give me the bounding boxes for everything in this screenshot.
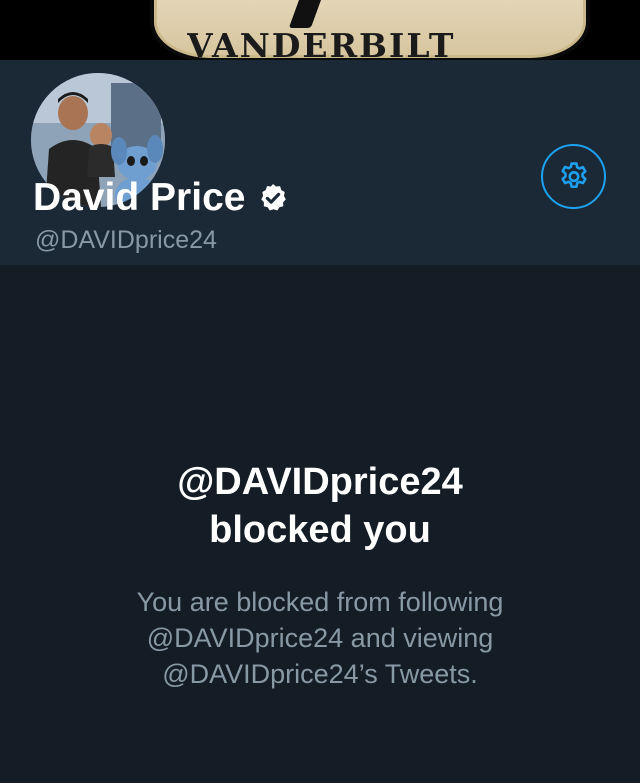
settings-button[interactable] [541, 144, 606, 209]
profile-handle: @DAVIDprice24 [35, 226, 217, 254]
blocked-desc-line: You are blocked from following [136, 587, 504, 617]
verified-badge-icon [257, 182, 289, 214]
gear-icon [560, 161, 587, 188]
profile-page: VANDERBILT David Price @DAVIDprice24 @DA… [0, 0, 640, 783]
blocked-description: You are blocked from following @DAVIDpri… [70, 584, 570, 692]
blocked-title-text: blocked you [209, 509, 431, 551]
profile-name-text: David Price [33, 176, 246, 219]
blocked-desc-line: @DAVIDprice24 and viewing [146, 623, 494, 653]
banner-text: VANDERBILT [187, 26, 456, 60]
blocked-desc-line: @DAVIDprice24’s Tweets. [162, 659, 478, 689]
blocked-title: @DAVIDprice24 blocked you [0, 458, 640, 554]
profile-banner: VANDERBILT [0, 0, 640, 60]
blocked-title-handle: @DAVIDprice24 [177, 461, 463, 503]
profile-name: David Price [33, 176, 289, 220]
